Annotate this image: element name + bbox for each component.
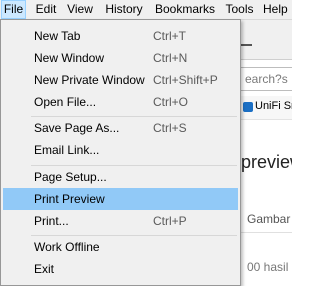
- menuitem-label: Open File...: [34, 95, 97, 109]
- menu-file[interactable]: File: [1, 0, 26, 19]
- menuitem-label: Print...: [34, 214, 69, 228]
- menuitem-label: Save Page As...: [34, 121, 120, 135]
- menuitem-work-offline[interactable]: Work Offline: [3, 236, 238, 258]
- bookmarks-toolbar: UniFi Sr: [240, 96, 292, 120]
- menu-history[interactable]: History: [102, 0, 146, 19]
- menu-bar: File Edit View History Bookmarks Tools H…: [0, 0, 292, 20]
- menuitem-print[interactable]: Print... Ctrl+P: [3, 210, 238, 232]
- results-count: 00 hasil (: [247, 260, 292, 274]
- menuitem-label: Exit: [34, 262, 55, 276]
- tab-strip: [240, 20, 292, 60]
- menuitem-label: Work Offline: [34, 240, 100, 254]
- menuitem-open-file[interactable]: Open File... Ctrl+O: [3, 91, 238, 113]
- menuitem-label: New Private Window: [34, 73, 145, 87]
- menuitem-label: Page Setup...: [34, 170, 107, 184]
- file-menu-dropdown: New Tab Ctrl+T New Window Ctrl+N New Pri…: [0, 19, 241, 286]
- menuitem-shortcut: Ctrl+P: [153, 214, 187, 228]
- menuitem-label: Print Preview: [34, 192, 105, 206]
- menuitem-shortcut: Ctrl+O: [153, 95, 189, 109]
- menuitem-print-preview[interactable]: Print Preview: [3, 188, 238, 210]
- browser-window: earch?s UniFi Sr preview Gambar 00 hasil…: [0, 0, 292, 286]
- menuitem-shortcut: Ctrl+Shift+P: [153, 73, 218, 87]
- menuitem-new-tab[interactable]: New Tab Ctrl+T: [3, 25, 238, 47]
- menuitem-exit[interactable]: Exit: [3, 258, 238, 280]
- tab-divider: [240, 44, 252, 46]
- unifi-favicon-icon: [243, 102, 253, 112]
- menu-edit[interactable]: Edit: [34, 0, 58, 19]
- menuitem-email-link[interactable]: Email Link...: [3, 139, 238, 161]
- menuitem-shortcut: Ctrl+S: [153, 121, 187, 135]
- bookmark-unifi[interactable]: UniFi Sr: [255, 100, 292, 112]
- search-input[interactable]: earch?s: [236, 67, 292, 91]
- menuitem-new-window[interactable]: New Window Ctrl+N: [3, 47, 238, 69]
- menuitem-page-setup[interactable]: Page Setup...: [3, 166, 238, 188]
- menuitem-shortcut: Ctrl+N: [153, 51, 188, 65]
- menuitem-label: New Tab: [34, 29, 81, 43]
- images-tab-link[interactable]: Gambar: [247, 212, 290, 226]
- menu-view[interactable]: View: [66, 0, 94, 19]
- menuitem-new-private-window[interactable]: New Private Window Ctrl+Shift+P: [3, 69, 238, 91]
- divider: [240, 232, 292, 233]
- menu-help[interactable]: Help: [263, 0, 292, 19]
- menuitem-save-page-as[interactable]: Save Page As... Ctrl+S: [3, 117, 238, 139]
- menuitem-label: New Window: [34, 51, 105, 65]
- menuitem-label: Email Link...: [34, 143, 100, 157]
- menu-tools[interactable]: Tools: [224, 0, 255, 19]
- menu-bookmarks[interactable]: Bookmarks: [154, 0, 216, 19]
- menuitem-shortcut: Ctrl+T: [153, 29, 186, 43]
- page-heading: preview: [241, 152, 292, 172]
